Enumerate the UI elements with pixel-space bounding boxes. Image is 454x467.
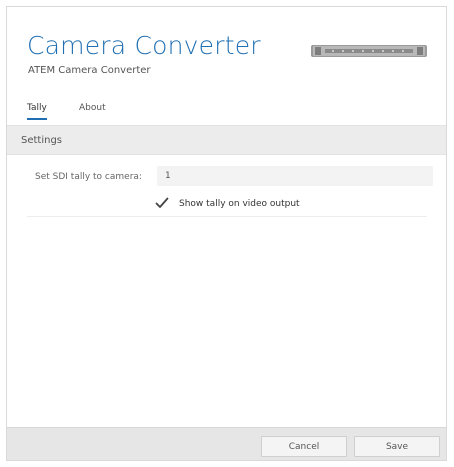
app-title: Camera Converter — [27, 31, 261, 60]
checkmark-icon — [155, 197, 169, 208]
settings-section-header: Settings — [7, 125, 446, 155]
tab-about[interactable]: About — [79, 103, 106, 118]
app-subtitle: ATEM Camera Converter — [28, 65, 151, 76]
sdi-tally-label: Set SDI tally to camera: — [35, 172, 142, 182]
settings-header-label: Settings — [21, 135, 63, 146]
camera-converter-window: Camera Converter ATEM Camera Converter T… — [6, 6, 447, 461]
tab-tally[interactable]: Tally — [27, 103, 47, 120]
sdi-tally-camera-field[interactable] — [157, 166, 433, 186]
cancel-button[interactable]: Cancel — [261, 436, 347, 457]
dialog-footer: Cancel Save — [7, 427, 446, 460]
divider — [27, 216, 427, 217]
save-button[interactable]: Save — [354, 436, 440, 457]
show-tally-label: Show tally on video output — [179, 199, 300, 209]
device-image-icon — [311, 45, 427, 57]
